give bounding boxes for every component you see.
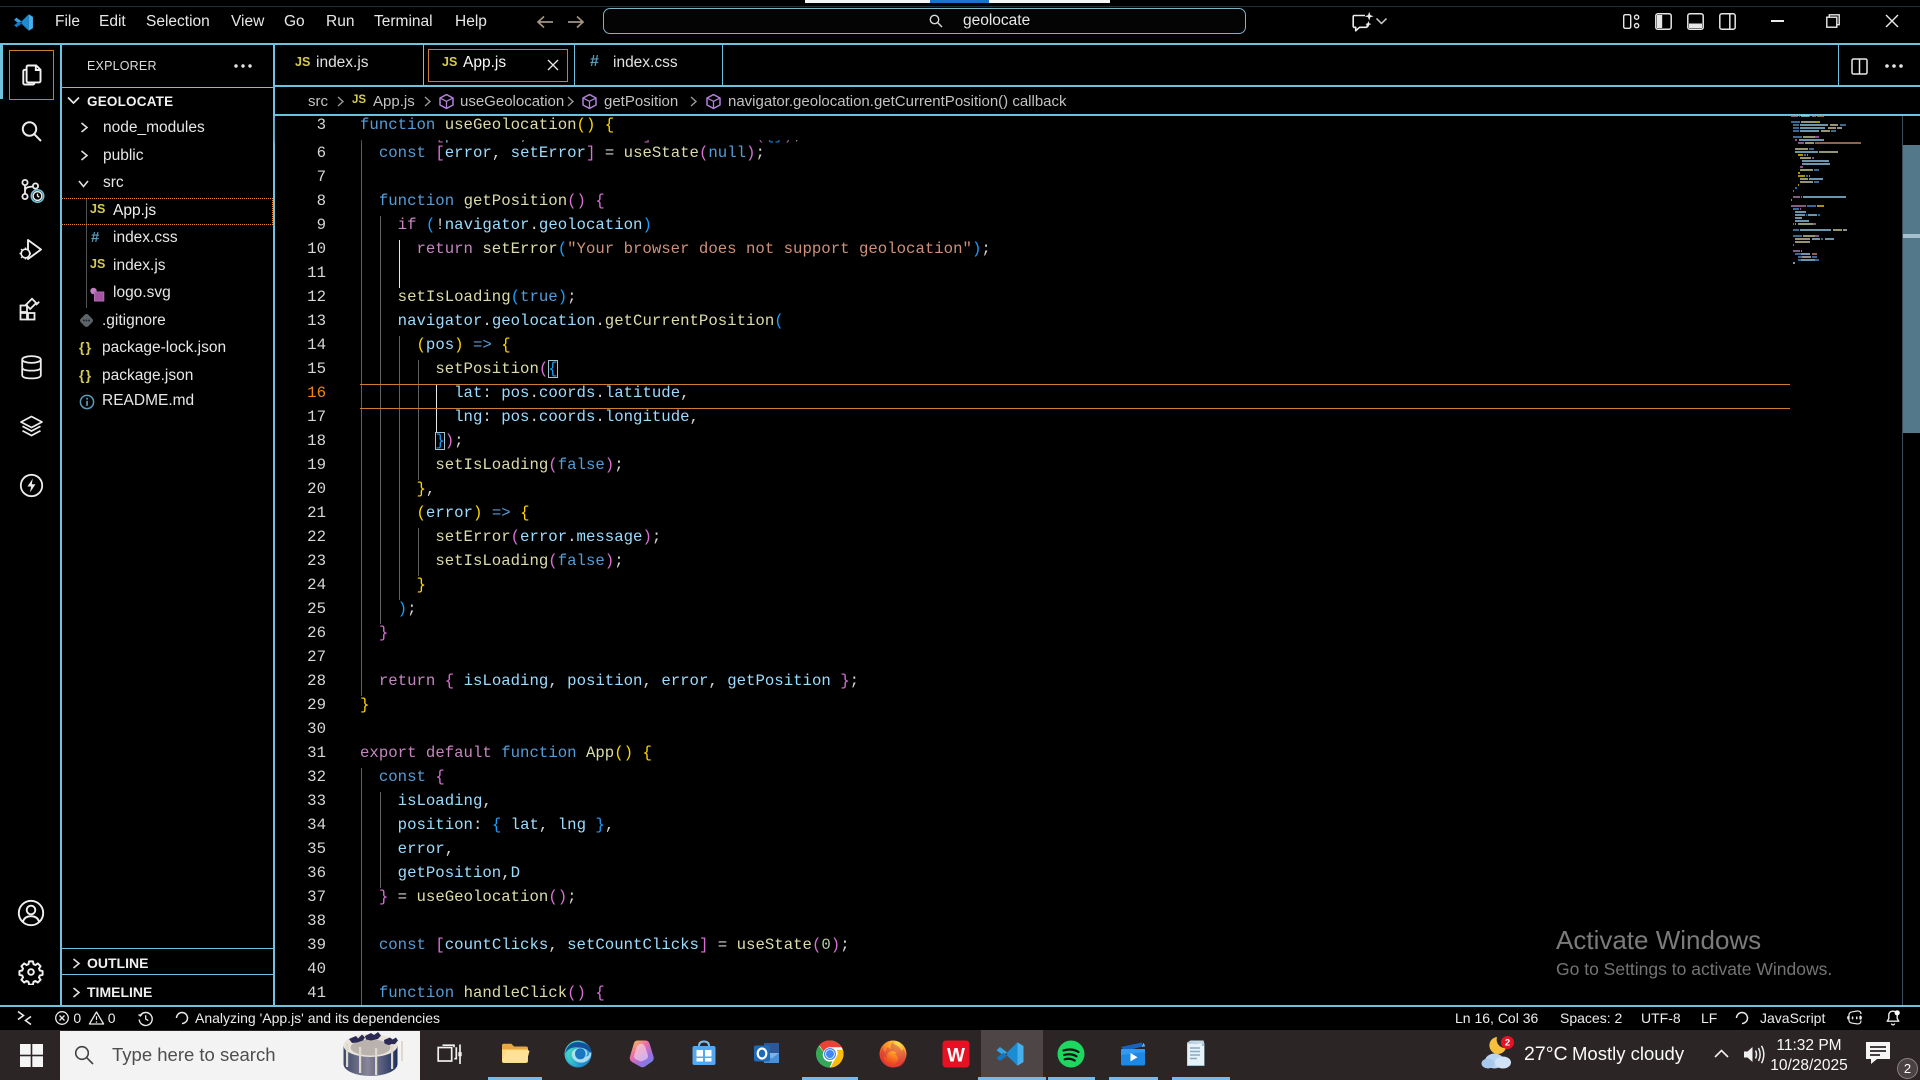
svg-text:2: 2	[1505, 1038, 1510, 1049]
svg-text:W: W	[947, 1046, 965, 1067]
